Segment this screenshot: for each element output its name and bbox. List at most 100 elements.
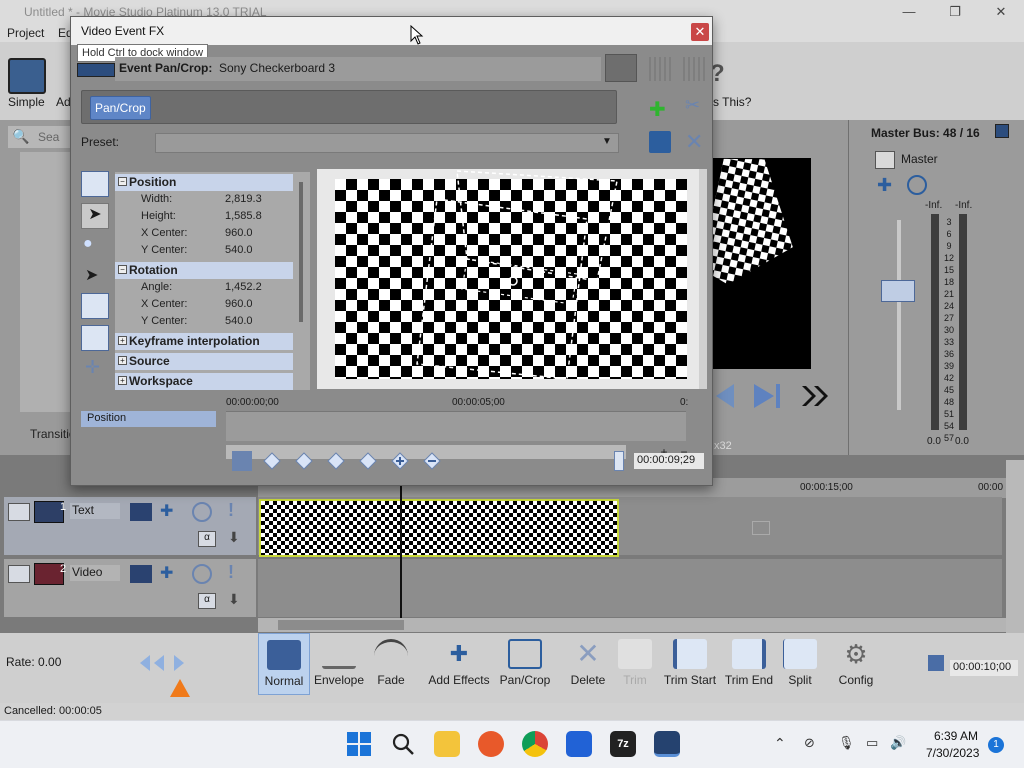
simple-mode-label[interactable]: Simple (8, 95, 45, 109)
delete-preset-icon[interactable]: ✕ (685, 129, 709, 154)
zoom-icon[interactable]: ● (83, 235, 103, 255)
whats-this-label[interactable]: s This? (713, 95, 751, 109)
compositing-icon[interactable] (130, 503, 152, 521)
delete-keyframe-icon[interactable] (422, 451, 442, 471)
explorer-search[interactable]: 🔍 Sea (8, 126, 72, 148)
properties-grid[interactable]: − Position Width: 2,819.3 Height: 1,585.8 X… (115, 172, 310, 390)
preset-dropdown[interactable]: ▼ (155, 133, 619, 153)
file-explorer-icon[interactable] (434, 731, 460, 757)
canvas-vscroll[interactable] (699, 169, 707, 389)
master-fx-icon[interactable] (875, 151, 895, 169)
add-keyframe-icon[interactable] (390, 451, 410, 471)
explorer-tree[interactable] (20, 152, 72, 412)
tray-chevron-icon[interactable]: ⌃ (774, 735, 786, 752)
rate-marker-icon[interactable] (170, 679, 190, 697)
move-freely-icon[interactable]: ✛ (85, 357, 107, 379)
restore-icon[interactable]: ❐ (932, 0, 978, 24)
first-keyframe-icon[interactable] (262, 451, 282, 471)
clock-date[interactable]: 7/30/2023 (926, 746, 979, 760)
section-rotation[interactable]: − Rotation (115, 262, 293, 279)
menu-project[interactable]: Project (7, 26, 44, 40)
add-effects-button[interactable]: ✚ Add Effects (426, 633, 492, 695)
chain-view-icon[interactable] (649, 57, 671, 81)
section-source[interactable]: + Source (115, 353, 293, 370)
last-keyframe-icon[interactable] (358, 451, 378, 471)
plugin-chain-icon[interactable] (605, 54, 637, 82)
clock-time[interactable]: 6:39 AM (934, 729, 978, 743)
envelope-tool-button[interactable]: Envelope (312, 633, 366, 695)
volume-fader[interactable] (881, 280, 915, 302)
size-about-center-icon[interactable] (81, 325, 109, 351)
track-solo-icon[interactable]: ! (228, 562, 236, 584)
go-to-end-icon[interactable] (752, 382, 784, 410)
minimize-icon[interactable]: — (886, 0, 932, 24)
time-display[interactable]: 00:00:10;00 (950, 660, 1018, 676)
chain-view2-icon[interactable] (683, 57, 705, 81)
property-page-icon[interactable] (81, 171, 109, 197)
section-position[interactable]: − Position (115, 174, 293, 191)
pan-crop-workspace[interactable] (317, 169, 707, 389)
prop-rot-y-center[interactable]: Y Center: 540.0 (115, 313, 293, 330)
bus-options-icon[interactable] (995, 124, 1009, 138)
app-icon[interactable] (566, 731, 592, 757)
motion-icon[interactable]: ⬇ (228, 529, 244, 549)
compositing-icon[interactable] (130, 565, 152, 583)
prop-y-center[interactable]: Y Center: 540.0 (115, 242, 293, 259)
track-lane-text[interactable] (258, 497, 1002, 557)
kf-cursor-time[interactable]: 00:00:09;29 (634, 453, 704, 469)
chrome-icon[interactable] (522, 731, 548, 757)
split-button[interactable]: Split (782, 633, 818, 695)
trim-start-button[interactable]: Trim Start (660, 633, 720, 695)
track-name[interactable]: Text (70, 503, 120, 519)
prev-keyframe-icon[interactable] (294, 451, 314, 471)
config-button[interactable]: ⚙ Config (834, 633, 878, 695)
advanced-mode-label[interactable]: Ad (56, 95, 71, 109)
fast-forward-icon[interactable] (800, 382, 832, 410)
insert-fx-icon[interactable]: ✚ (877, 175, 899, 197)
pan-crop-plugin-tab[interactable]: Pan/Crop (90, 96, 151, 120)
search-input[interactable]: Sea (38, 130, 59, 144)
track-header-video[interactable]: 2 Video ✚ ! α ⬇ (4, 559, 256, 617)
help-icon[interactable]: ? (710, 60, 732, 88)
firefox-icon[interactable] (478, 731, 504, 757)
track-name[interactable]: Video (70, 565, 120, 581)
timeline-vertical-scrollbar[interactable] (1006, 460, 1024, 634)
props-scrollbar[interactable] (299, 182, 303, 322)
track-fx-icon[interactable]: ✚ (160, 501, 182, 523)
save-preset-icon[interactable] (649, 131, 671, 153)
prev-frame-icon[interactable] (712, 382, 736, 410)
trim-end-button[interactable]: Trim End (722, 633, 776, 695)
mute-icon[interactable] (907, 175, 927, 195)
section-keyframe-interpolation[interactable]: + Keyframe interpolation (115, 333, 293, 350)
close-icon[interactable]: ✕ (691, 23, 709, 41)
next-keyframe-icon[interactable] (326, 451, 346, 471)
fade-tool-button[interactable]: Fade (368, 633, 414, 695)
normal-tool-button[interactable]: Normal (258, 633, 310, 695)
network-off-icon[interactable]: ⊘ (804, 735, 815, 751)
track-fx-icon[interactable]: ✚ (160, 563, 182, 585)
timeline-event-checkerboard[interactable] (259, 499, 619, 557)
delete-button[interactable]: ✕ Delete (566, 633, 610, 695)
move-icon[interactable]: ➤ (85, 265, 109, 289)
motion-icon[interactable]: ⬇ (228, 591, 244, 611)
add-plugin-icon[interactable]: ✚ (649, 97, 671, 121)
rate-slider[interactable] (140, 655, 184, 671)
track-expand-icon[interactable] (8, 503, 30, 521)
track-mute-icon[interactable] (192, 502, 212, 522)
keyframe-row-position[interactable]: Position (81, 411, 216, 427)
lock-aspect-icon[interactable] (81, 293, 109, 319)
track-header-text[interactable]: 1 Text ✚ ! α ⬇ (4, 497, 256, 555)
prop-width[interactable]: Width: 2,819.3 (115, 191, 293, 208)
timeline-horizontal-scrollbar[interactable] (258, 618, 1006, 632)
keyframe-track[interactable] (226, 411, 686, 441)
normal-edit-icon[interactable]: ➤ (81, 203, 109, 229)
sevenzip-icon[interactable]: 7z (610, 731, 636, 757)
search-icon[interactable] (390, 731, 416, 757)
display-icon[interactable]: ▭ (866, 735, 878, 751)
sync-cursor-icon[interactable] (232, 451, 252, 471)
section-workspace[interactable]: + Workspace (115, 373, 293, 390)
speaker-icon[interactable]: 🔊 (890, 735, 906, 751)
prop-x-center[interactable]: X Center: 960.0 (115, 225, 293, 242)
crop-frame-overlay[interactable] (317, 169, 707, 389)
prop-rot-x-center[interactable]: X Center: 960.0 (115, 296, 293, 313)
